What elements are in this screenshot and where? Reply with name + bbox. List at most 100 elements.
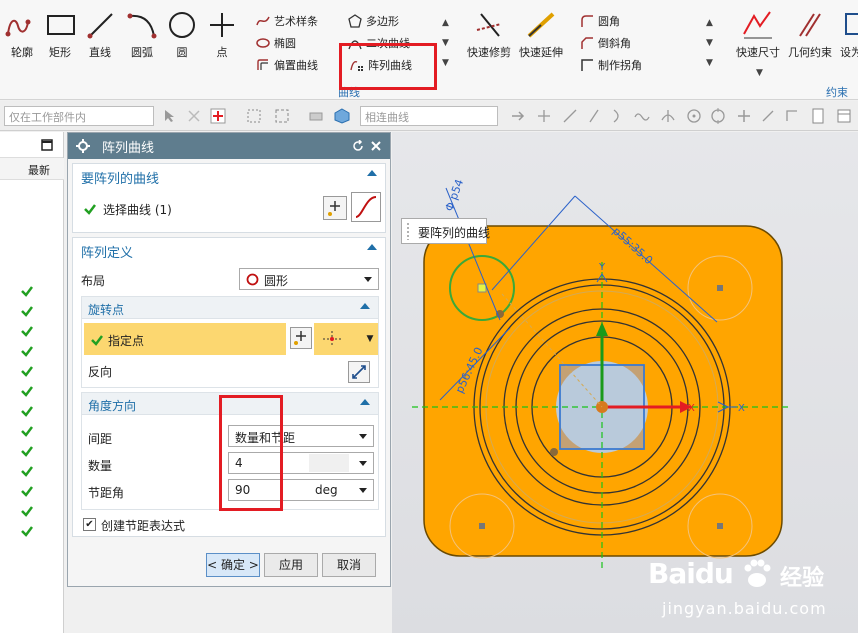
point-dialog-button[interactable] bbox=[290, 327, 312, 349]
pitch-unit[interactable]: deg bbox=[315, 483, 338, 497]
quick-trim-label: 快速修剪 bbox=[467, 46, 511, 59]
set-as-button[interactable]: 设为 bbox=[836, 8, 858, 68]
maximize-icon[interactable] bbox=[41, 139, 53, 151]
point-button[interactable]: 点 bbox=[200, 8, 244, 68]
reverse-direction-button[interactable] bbox=[348, 361, 370, 383]
snap-icon[interactable] bbox=[186, 108, 202, 124]
arrow-right-icon[interactable] bbox=[510, 108, 526, 124]
status-check-icon bbox=[21, 326, 33, 337]
layout-combo[interactable]: 圆形 bbox=[239, 268, 379, 290]
close-icon[interactable] bbox=[370, 140, 382, 152]
layout-value: 圆形 bbox=[264, 274, 289, 288]
create-expression-checkbox[interactable]: ✔ bbox=[83, 518, 96, 531]
rotation-point-group: 旋转点 指定点 ▼ 反向 bbox=[81, 296, 379, 388]
gear-icon[interactable] bbox=[76, 139, 90, 153]
lasso-icon[interactable] bbox=[274, 108, 290, 124]
select-add-button[interactable] bbox=[323, 196, 347, 220]
geometric-constraints-button[interactable]: 几何约束 bbox=[785, 8, 835, 68]
circular-layout-icon bbox=[246, 273, 259, 286]
point-dialog-icon bbox=[294, 331, 306, 345]
ellipse-button[interactable]: 椭圆 bbox=[256, 33, 296, 53]
line-button[interactable]: 直线 bbox=[78, 8, 122, 68]
rectangle-button[interactable]: 矩形 bbox=[38, 8, 82, 68]
reset-icon[interactable] bbox=[352, 140, 364, 152]
selection-toolbar: 仅在工作部件内 相连曲线 bbox=[0, 101, 858, 131]
baidu-watermark: Baidu 经验 jingyan.baidu.com bbox=[642, 557, 852, 629]
reverse-label: 反向 bbox=[88, 365, 113, 379]
curve-select-button[interactable] bbox=[351, 192, 381, 222]
dimension-chevron-down-icon[interactable]: ▼ bbox=[756, 68, 763, 78]
collapse-icon[interactable] bbox=[367, 244, 377, 250]
axis-label-y: Y bbox=[598, 262, 606, 273]
reverse-icon bbox=[352, 365, 366, 379]
offset-curve-button[interactable]: 偏置曲线 bbox=[256, 55, 318, 75]
chamfer-button[interactable]: 倒斜角 bbox=[580, 33, 631, 53]
status-check-icon bbox=[21, 366, 33, 377]
count-label: 数量 bbox=[88, 459, 113, 473]
rotation-point-header[interactable]: 旋转点 bbox=[82, 297, 378, 319]
center-snap-icon[interactable] bbox=[686, 108, 702, 124]
polygon-button[interactable]: 多边形 bbox=[348, 11, 399, 31]
curve-gallery-chevron-icon[interactable]: ▼ bbox=[442, 58, 449, 68]
corner-snap-icon[interactable] bbox=[784, 108, 800, 124]
circle-button[interactable]: 圆 bbox=[160, 8, 204, 68]
apply-button[interactable]: 应用 bbox=[264, 553, 318, 577]
make-corner-button[interactable]: 制作拐角 bbox=[580, 55, 642, 75]
rectangle-icon bbox=[47, 15, 75, 35]
plus-snap-icon[interactable] bbox=[736, 108, 752, 124]
point-snap-icon[interactable] bbox=[210, 108, 226, 124]
hole-marker-bl bbox=[479, 523, 485, 529]
art-spline-button[interactable]: 艺术样条 bbox=[256, 11, 318, 31]
status-check-icon bbox=[21, 306, 33, 317]
definition-section-header[interactable]: 阵列定义 bbox=[73, 238, 385, 262]
eraser-icon[interactable] bbox=[308, 108, 324, 124]
inferred-point-button[interactable] bbox=[314, 323, 362, 355]
line-icon bbox=[87, 13, 113, 39]
collapse-icon[interactable] bbox=[360, 303, 370, 309]
doc-icon[interactable] bbox=[810, 108, 826, 124]
tangent-icon[interactable] bbox=[660, 108, 676, 124]
point-type-chevron-icon[interactable]: ▼ bbox=[362, 323, 378, 355]
arc-button[interactable]: 圆弧 bbox=[120, 8, 164, 68]
collapse-icon[interactable] bbox=[367, 170, 377, 176]
slash-icon[interactable] bbox=[586, 108, 602, 124]
corner-up-chevron-icon[interactable]: ▲ bbox=[706, 18, 713, 28]
corner-chevron-down-icon[interactable]: ▼ bbox=[706, 38, 713, 48]
ok-button[interactable]: < 确定 > bbox=[206, 553, 260, 577]
selection-box-icon[interactable] bbox=[246, 108, 262, 124]
status-check-icon bbox=[21, 286, 33, 297]
slash2-icon[interactable] bbox=[760, 108, 776, 124]
diagonal-icon[interactable] bbox=[562, 108, 578, 124]
curve-snap-icon[interactable] bbox=[610, 108, 626, 124]
filter-scope-combo[interactable]: 仅在工作部件内 bbox=[4, 106, 154, 126]
quick-trim-button[interactable]: 快速修剪 bbox=[464, 8, 514, 68]
layout-label: 布局 bbox=[81, 274, 106, 288]
select-icon[interactable] bbox=[162, 108, 178, 124]
quadrant-snap-icon[interactable] bbox=[710, 108, 726, 124]
curves-section-header[interactable]: 要阵列的曲线 bbox=[73, 164, 385, 188]
cube-icon[interactable] bbox=[334, 108, 350, 124]
wave-icon[interactable] bbox=[634, 108, 650, 124]
curve-chevron-down-icon[interactable]: ▼ bbox=[442, 38, 449, 48]
collapse-icon[interactable] bbox=[360, 399, 370, 405]
fillet-button[interactable]: 圆角 bbox=[580, 11, 620, 31]
graphics-viewport[interactable]: Φ p54 p55:35.0 p56:45.0 Y X X 要阵列的曲线 Bai… bbox=[392, 132, 858, 633]
selection-tooltip: 要阵列的曲线 bbox=[401, 218, 490, 244]
cross-snap-icon[interactable] bbox=[536, 108, 552, 124]
add-selection-icon bbox=[328, 201, 340, 216]
navigator-column-header[interactable]: 最新 bbox=[0, 158, 64, 180]
specify-point-label: 指定点 bbox=[108, 334, 145, 348]
corner-gallery-chevron-icon[interactable]: ▼ bbox=[706, 58, 713, 68]
angle-direction-title: 角度方向 bbox=[88, 399, 137, 413]
ellipse-icon bbox=[256, 38, 270, 48]
panel-icon[interactable] bbox=[836, 108, 852, 124]
highlight-spacing-fields bbox=[219, 395, 283, 511]
dialog-title-bar: 阵列曲线 bbox=[68, 133, 390, 159]
ribbon: 轮廓 矩形 直线 圆弧 圆 点 艺术样条 多边形 椭圆 二次曲线 偏置曲线 阵列… bbox=[0, 0, 858, 100]
cancel-button[interactable]: 取消 bbox=[322, 553, 376, 577]
curve-more-chevron-icon[interactable]: ▲ bbox=[442, 18, 449, 28]
specify-point-row[interactable]: 指定点 bbox=[84, 323, 286, 355]
quick-extend-button[interactable]: 快速延伸 bbox=[516, 8, 566, 68]
curve-rule-combo[interactable]: 相连曲线 bbox=[360, 106, 498, 126]
quick-dimension-button[interactable]: 快速尺寸 bbox=[733, 8, 783, 68]
